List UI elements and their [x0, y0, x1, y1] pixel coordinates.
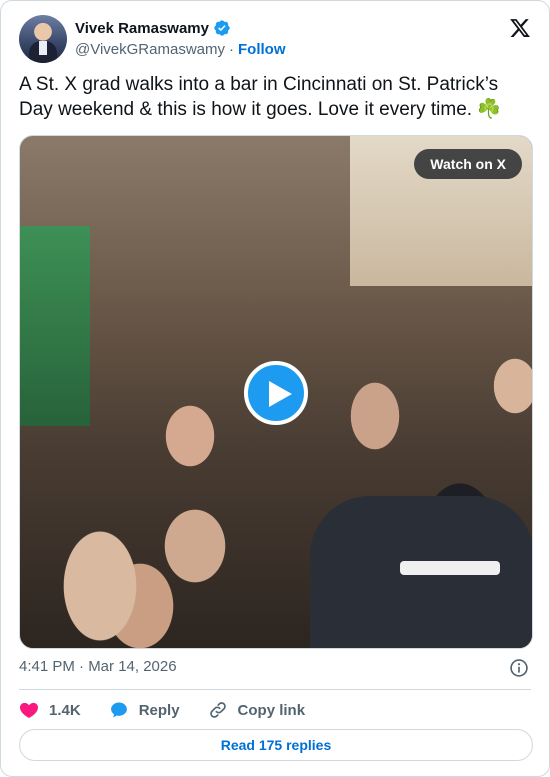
info-icon[interactable]	[509, 658, 529, 678]
tweet-card: Vivek Ramaswamy @VivekGRamaswamy · Follo…	[0, 0, 550, 777]
action-bar: 1.4K Reply Copy link	[19, 698, 305, 722]
watch-on-x-button[interactable]: Watch on X	[414, 149, 522, 179]
author-name[interactable]: Vivek Ramaswamy	[75, 20, 209, 37]
avatar-shirt	[39, 41, 47, 55]
like-count: 1.4K	[49, 701, 81, 719]
handle-separator: ·	[229, 41, 234, 58]
verified-badge-icon	[214, 20, 230, 36]
copy-link-label: Copy link	[237, 701, 306, 719]
reply-button[interactable]: Reply	[109, 700, 180, 720]
link-icon	[209, 702, 226, 718]
play-icon	[269, 381, 292, 407]
tweet-video[interactable]: Watch on X	[19, 135, 533, 649]
tweet-timestamp[interactable]: 4:41 PM · Mar 14, 2026	[19, 658, 177, 675]
video-collar	[400, 561, 500, 575]
heart-icon	[20, 702, 38, 718]
follow-button[interactable]: Follow	[238, 41, 286, 58]
tweet-header: Vivek Ramaswamy @VivekGRamaswamy · Follo…	[19, 15, 531, 63]
tweet-text: A St. X grad walks into a bar in Cincinn…	[19, 74, 501, 120]
read-replies-button[interactable]: Read 175 replies	[19, 729, 533, 761]
avatar[interactable]	[19, 15, 67, 63]
name-row: Vivek Ramaswamy	[75, 19, 231, 37]
copy-link-button[interactable]: Copy link	[208, 700, 306, 720]
video-green-decor	[20, 226, 90, 426]
reply-label: Reply	[138, 701, 180, 719]
speech-bubble-icon	[110, 702, 127, 718]
divider	[19, 689, 531, 690]
x-logo-icon[interactable]	[509, 17, 531, 39]
play-button[interactable]	[244, 361, 308, 425]
author-handle[interactable]: @VivekGRamaswamy	[75, 41, 225, 58]
like-button[interactable]: 1.4K	[19, 700, 81, 720]
handle-row: @VivekGRamaswamy · Follow	[75, 41, 286, 58]
